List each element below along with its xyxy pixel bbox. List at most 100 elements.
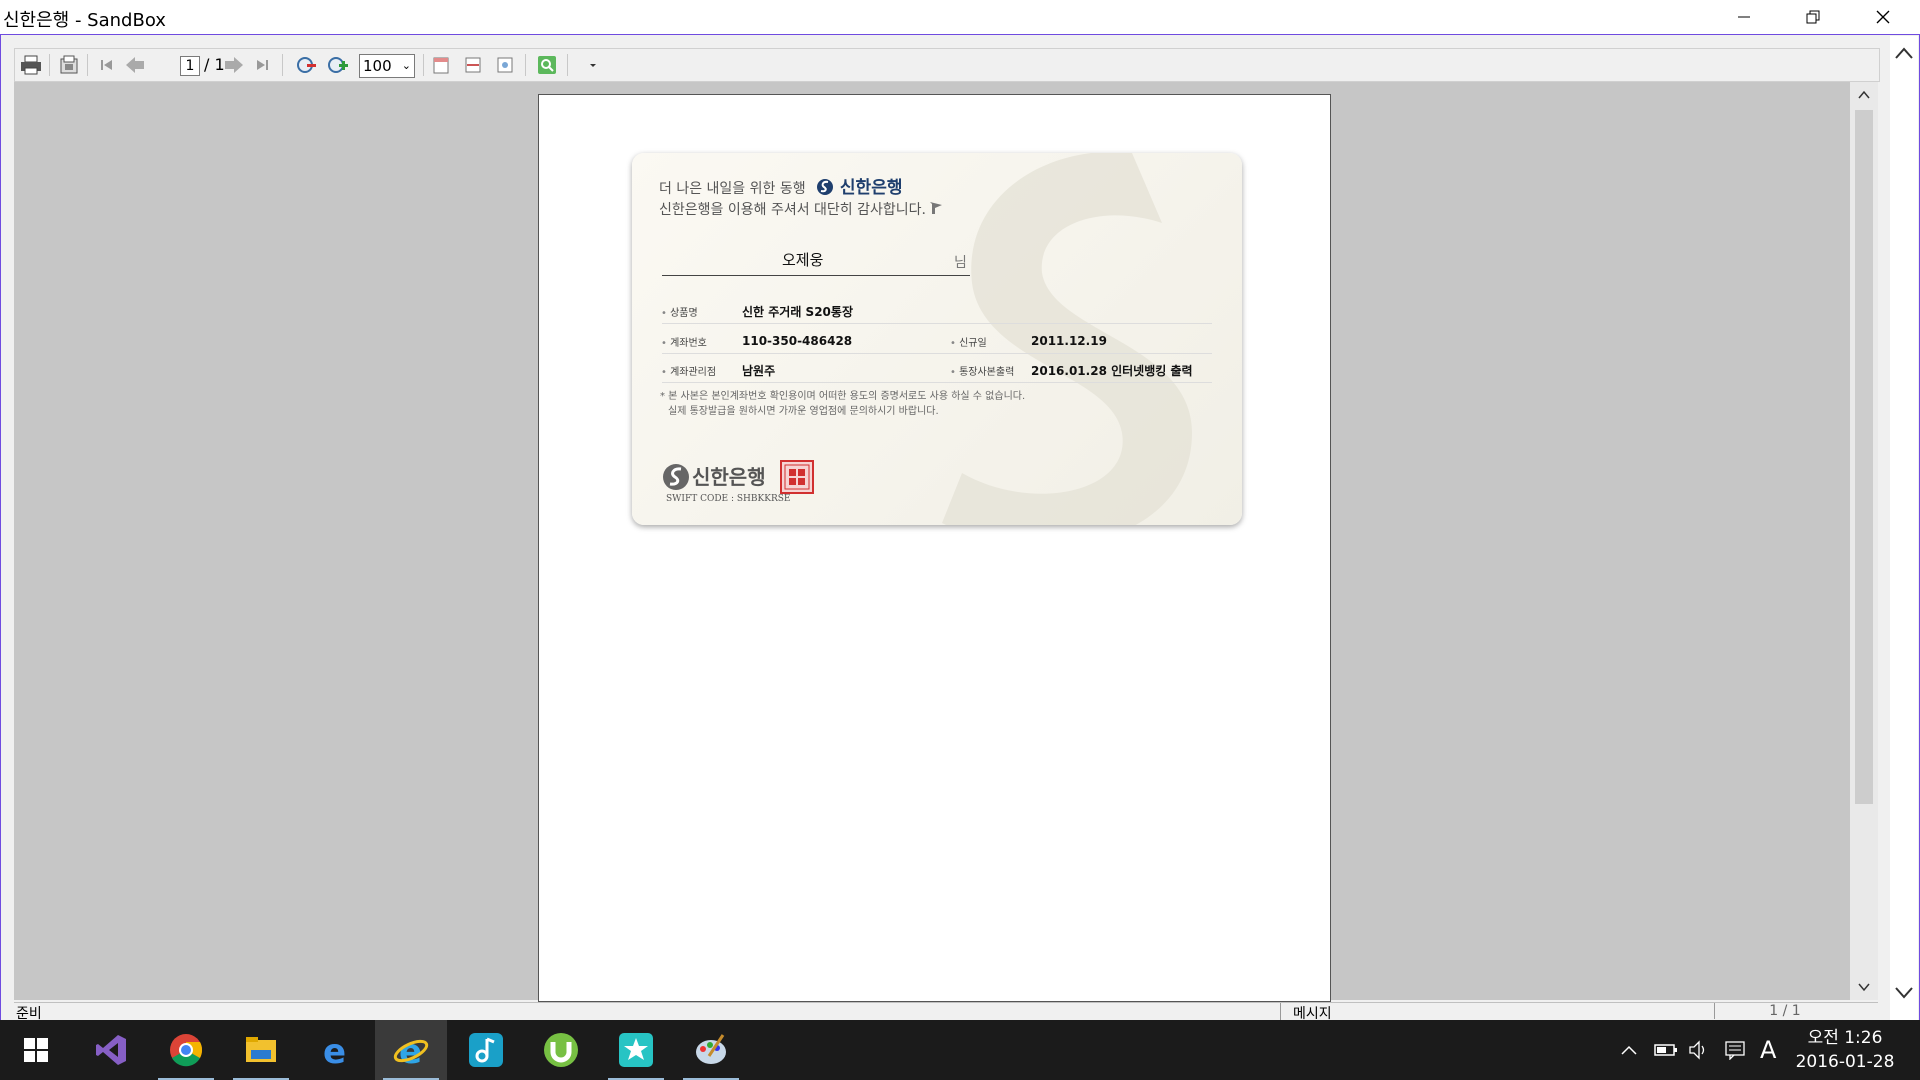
- single-page-icon: [433, 57, 449, 74]
- close-icon: [1876, 10, 1889, 24]
- bank-logo-top: 신한은행: [816, 173, 902, 198]
- page-number-input[interactable]: 1: [180, 56, 200, 76]
- taskbar-star-app[interactable]: [600, 1020, 672, 1080]
- notice-line-1: * 본 사본은 본인계좌번호 확인용이며 어떠한 용도의 증명서로도 사용 하실…: [660, 391, 1026, 402]
- search-button[interactable]: [535, 54, 559, 76]
- action-center-icon[interactable]: [1724, 1040, 1746, 1060]
- zoom-in-button[interactable]: [326, 54, 350, 76]
- svg-text:e: e: [323, 1032, 346, 1068]
- taskbar-chrome[interactable]: [150, 1020, 222, 1080]
- scroll-up-icon[interactable]: [1858, 90, 1870, 100]
- scrollbar-thumb[interactable]: [1855, 110, 1873, 804]
- toolbar-options-button[interactable]: [581, 54, 605, 76]
- row-divider: [662, 323, 1212, 324]
- paint-app-icon: [696, 1034, 726, 1064]
- shinhan-logo-icon: [817, 179, 833, 195]
- battery-icon[interactable]: [1654, 1042, 1678, 1058]
- minimize-button[interactable]: [1709, 0, 1778, 34]
- last-page-icon: [257, 60, 268, 70]
- opened-date-value: 2011.12.19: [1031, 334, 1107, 348]
- taskbar-edge[interactable]: e: [300, 1020, 372, 1080]
- window-title: 신한은행 - SandBox: [3, 10, 166, 31]
- customer-name: 오제웅: [782, 251, 824, 269]
- zoom-select[interactable]: 100 ⌄: [359, 54, 415, 78]
- show-hidden-icons-icon[interactable]: [1620, 1044, 1638, 1056]
- last-page-button[interactable]: [250, 54, 274, 76]
- product-label: 상품명: [661, 304, 698, 319]
- chrome-icon: [170, 1034, 203, 1067]
- print-icon: [21, 55, 41, 75]
- utorrent-icon: [544, 1033, 578, 1067]
- row-divider: [662, 353, 1212, 354]
- brand-name-top: 신한은행: [839, 178, 903, 198]
- slogan-text: 더 나은 내일을 위한 동행: [659, 181, 806, 197]
- shinhan-logo-icon: [663, 464, 689, 490]
- restore-button[interactable]: [1778, 0, 1847, 34]
- print-button[interactable]: [19, 54, 43, 76]
- fit-width-icon: [465, 57, 481, 73]
- product-value: 신한 주거래 S20통장: [742, 305, 853, 319]
- clock-time: 오전 1:26: [1807, 1028, 1883, 1048]
- arrow-left-icon: [126, 57, 144, 73]
- separator: [525, 54, 526, 76]
- fit-page-icon: [497, 57, 513, 73]
- notice-text: * 본 사본은 본인계좌번호 확인용이며 어떠한 용도의 증명서로도 사용 하실…: [660, 389, 1025, 419]
- viewer-toolbar: 1 / 1 100 ⌄: [14, 48, 1880, 82]
- window-scrollbar[interactable]: [1890, 36, 1918, 1020]
- next-page-button[interactable]: [222, 54, 246, 76]
- notice-line-2: 실제 통장발급을 원하시면 가까운 영업점에 문의하시기 바랍니다.: [668, 406, 939, 417]
- close-button[interactable]: [1848, 0, 1917, 34]
- separator: [87, 54, 88, 76]
- volume-icon[interactable]: [1688, 1040, 1710, 1060]
- clock[interactable]: 오전 1:26 2016-01-28: [1790, 1026, 1900, 1074]
- account-number-value: 110-350-486428: [742, 334, 853, 348]
- scroll-up-icon[interactable]: [1894, 46, 1914, 60]
- first-page-icon: [101, 60, 112, 70]
- arrow-right-icon: [225, 57, 243, 73]
- name-underline: [662, 275, 970, 276]
- start-button[interactable]: [0, 1020, 72, 1080]
- taskbar-music-app[interactable]: [450, 1020, 522, 1080]
- opened-date-label: 신규일: [950, 334, 987, 349]
- printed-label: 통장사본출력: [950, 363, 1014, 378]
- taskbar-internet-explorer[interactable]: e: [375, 1020, 447, 1080]
- scroll-down-icon[interactable]: [1894, 986, 1914, 1000]
- status-bar: 준비 메시지 1 / 1: [14, 1002, 1878, 1023]
- taskbar-file-explorer[interactable]: [225, 1020, 297, 1080]
- ime-indicator[interactable]: A: [1760, 1036, 1776, 1064]
- status-page: 1 / 1: [1714, 1003, 1855, 1019]
- separator: [49, 54, 50, 76]
- clock-date: 2016-01-28: [1795, 1052, 1895, 1072]
- brand-name-bottom: 신한은행: [692, 465, 766, 489]
- flag-icon: [930, 202, 942, 214]
- scroll-down-icon[interactable]: [1858, 982, 1870, 992]
- name-suffix: 님: [954, 255, 967, 271]
- printed-value: 2016.01.28 인터넷뱅킹 출력: [1031, 364, 1193, 378]
- previous-page-button[interactable]: [123, 54, 147, 76]
- branch-label: 계좌관리점: [661, 363, 716, 378]
- account-number-label: 계좌번호: [661, 334, 707, 349]
- swift-code: SWIFT CODE : SHBKKRSE: [666, 494, 791, 504]
- first-page-button[interactable]: [95, 54, 119, 76]
- row-divider: [662, 382, 1212, 383]
- bank-seal-icon: [780, 460, 814, 494]
- taskbar-paint-app[interactable]: [675, 1020, 747, 1080]
- dropdown-icon: [590, 64, 596, 67]
- account-certificate-card: 더 나은 내일을 위한 동행 신한은행 신한은행을 이용해 주셔서 대단히 감사…: [632, 153, 1242, 525]
- taskbar-utorrent[interactable]: [525, 1020, 597, 1080]
- svg-text:e: e: [399, 1032, 422, 1068]
- music-app-icon: [469, 1033, 503, 1067]
- windows-start-icon: [24, 1038, 48, 1062]
- vertical-scrollbar[interactable]: [1850, 82, 1878, 1000]
- internet-explorer-icon: e: [393, 1032, 429, 1068]
- zoom-out-button[interactable]: [294, 54, 318, 76]
- fit-width-button[interactable]: [461, 54, 485, 76]
- single-page-button[interactable]: [429, 54, 453, 76]
- restore-icon: [1806, 10, 1819, 24]
- star-app-icon: [619, 1033, 653, 1067]
- export-button[interactable]: [57, 54, 81, 76]
- edge-icon: e: [323, 1032, 346, 1068]
- taskbar-visual-studio[interactable]: [75, 1020, 147, 1080]
- fit-page-button[interactable]: [493, 54, 517, 76]
- seal-pattern: [784, 464, 810, 490]
